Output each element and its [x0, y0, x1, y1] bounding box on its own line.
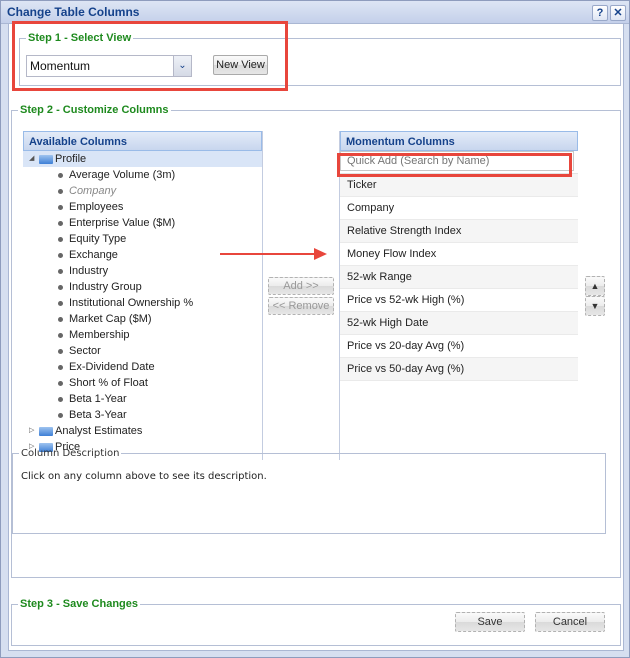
cancel-button[interactable]: Cancel [535, 612, 605, 632]
available-columns-header: Available Columns [23, 131, 262, 151]
tree-leaf-label: Exchange [69, 249, 118, 261]
available-columns-panel: Available Columns ◢ Profile Average Volume… [23, 131, 263, 460]
tree-leaf-row[interactable]: Sector [23, 343, 262, 359]
tree-leaf-label: Industry [69, 265, 109, 277]
bullet-icon [58, 221, 63, 226]
column-description-fieldset: Column Description Click on any column a… [12, 448, 606, 534]
bullet-icon [58, 237, 63, 242]
selected-column-row[interactable]: 52-wk High Date [340, 312, 578, 335]
selected-column-row[interactable]: Money Flow Index [340, 243, 578, 266]
available-columns-tree: ◢ Profile Average Volume (3m) Company Employ… [23, 151, 262, 455]
tree-leaf-label: Company [69, 185, 117, 197]
move-down-button[interactable]: ▼ [585, 296, 605, 316]
column-description-text: Click on any column above to see its des… [21, 471, 267, 482]
tree-leaf-label: Short % of Float [69, 377, 148, 389]
tree-leaf-row[interactable]: Industry Group [23, 279, 262, 295]
tree-leaf-label: Ex-Dividend Date [69, 361, 155, 373]
bullet-icon [58, 285, 63, 290]
momentum-columns-header: Momentum Columns [340, 131, 578, 151]
tree-folder-label: Profile [55, 153, 87, 165]
momentum-columns-panel: Momentum Columns TickerCompanyRelative S… [339, 131, 578, 460]
tree-folder-row[interactable]: ▷ Analyst Estimates [23, 423, 262, 439]
bullet-icon [58, 397, 63, 402]
tree-leaf-row[interactable]: Market Cap ($M) [23, 311, 262, 327]
tree-leaf-label: Employees [69, 201, 124, 213]
tree-leaf-row[interactable]: Average Volume (3m) [23, 167, 262, 183]
remove-button[interactable]: << Remove [268, 297, 334, 315]
bullet-icon [58, 205, 63, 210]
bullet-icon [58, 413, 63, 418]
tree-leaf-row[interactable]: Beta 3-Year [23, 407, 262, 423]
expanded-triangle-icon[interactable]: ◢ [29, 151, 34, 167]
bullet-icon [58, 381, 63, 386]
selected-column-row[interactable]: Price vs 50-day Avg (%) [340, 358, 578, 381]
tree-folder-label: Analyst Estimates [55, 425, 143, 437]
tree-leaf-row[interactable]: Industry [23, 263, 262, 279]
tree-leaf-label: Institutional Ownership % [69, 297, 194, 309]
selected-column-row[interactable]: Price vs 20-day Avg (%) [340, 335, 578, 358]
tree-leaf-label: Market Cap ($M) [69, 313, 152, 325]
help-icon[interactable]: ? [592, 5, 608, 21]
folder-icon [39, 427, 53, 436]
tree-leaf-row[interactable]: Membership [23, 327, 262, 343]
column-description-legend: Column Description [21, 448, 120, 459]
tree-leaf-label: Average Volume (3m) [69, 169, 176, 181]
tree-leaf-row[interactable]: Company [23, 183, 262, 199]
tree-leaf-label: Beta 3-Year [69, 409, 127, 421]
dialog-title: Change Table Columns [7, 5, 140, 19]
save-button[interactable]: Save [455, 612, 525, 632]
selected-column-row[interactable]: Company [340, 197, 578, 220]
step2-legend: Step 2 - Customize Columns [20, 104, 169, 116]
selected-column-row[interactable]: Ticker [340, 174, 578, 197]
tree-leaf-row[interactable]: Beta 1-Year [23, 391, 262, 407]
tree-leaf-label: Enterprise Value ($M) [69, 217, 176, 229]
add-button[interactable]: Add >> [268, 277, 334, 295]
collapsed-triangle-icon[interactable]: ▷ [29, 423, 34, 439]
annotation-arrow-head [314, 248, 327, 260]
selected-column-row[interactable]: 52-wk Range [340, 266, 578, 289]
bullet-icon [58, 189, 63, 194]
selected-column-row[interactable]: Relative Strength Index [340, 220, 578, 243]
tree-leaf-label: Membership [69, 329, 130, 341]
tree-leaf-row[interactable]: Enterprise Value ($M) [23, 215, 262, 231]
close-icon[interactable]: ✕ [610, 5, 626, 21]
bullet-icon [58, 269, 63, 274]
step3-fieldset: Step 3 - Save Changes [11, 598, 621, 646]
selected-column-row[interactable]: Price vs 52-wk High (%) [340, 289, 578, 312]
momentum-columns-list: Ticker Company Relative Strength Index Mone… [340, 174, 578, 381]
tree-leaf-label: Beta 1-Year [69, 393, 127, 405]
bullet-icon [58, 365, 63, 370]
tree-leaf-row[interactable]: Institutional Ownership % [23, 295, 262, 311]
step1-highlight-box [12, 21, 288, 91]
bullet-icon [58, 349, 63, 354]
tree-leaf-row[interactable]: Exchange [23, 247, 262, 263]
move-up-button[interactable]: ▲ [585, 276, 605, 296]
tree-leaf-row[interactable]: Ex-Dividend Date [23, 359, 262, 375]
quick-add-highlight-box [337, 153, 572, 177]
tree-leaf-row[interactable]: Short % of Float [23, 375, 262, 391]
annotation-arrow [220, 253, 316, 255]
bullet-icon [58, 333, 63, 338]
bullet-icon [58, 317, 63, 322]
tree-leaf-row[interactable]: Employees [23, 199, 262, 215]
bullet-icon [58, 173, 63, 178]
folder-icon [39, 155, 53, 164]
step3-legend: Step 3 - Save Changes [20, 598, 138, 610]
tree-folder-row[interactable]: ◢ Profile [23, 151, 262, 167]
bullet-icon [58, 301, 63, 306]
bullet-icon [58, 253, 63, 258]
tree-leaf-row[interactable]: Equity Type [23, 231, 262, 247]
tree-leaf-label: Equity Type [69, 233, 127, 245]
tree-leaf-label: Sector [69, 345, 101, 357]
tree-leaf-label: Industry Group [69, 281, 142, 293]
